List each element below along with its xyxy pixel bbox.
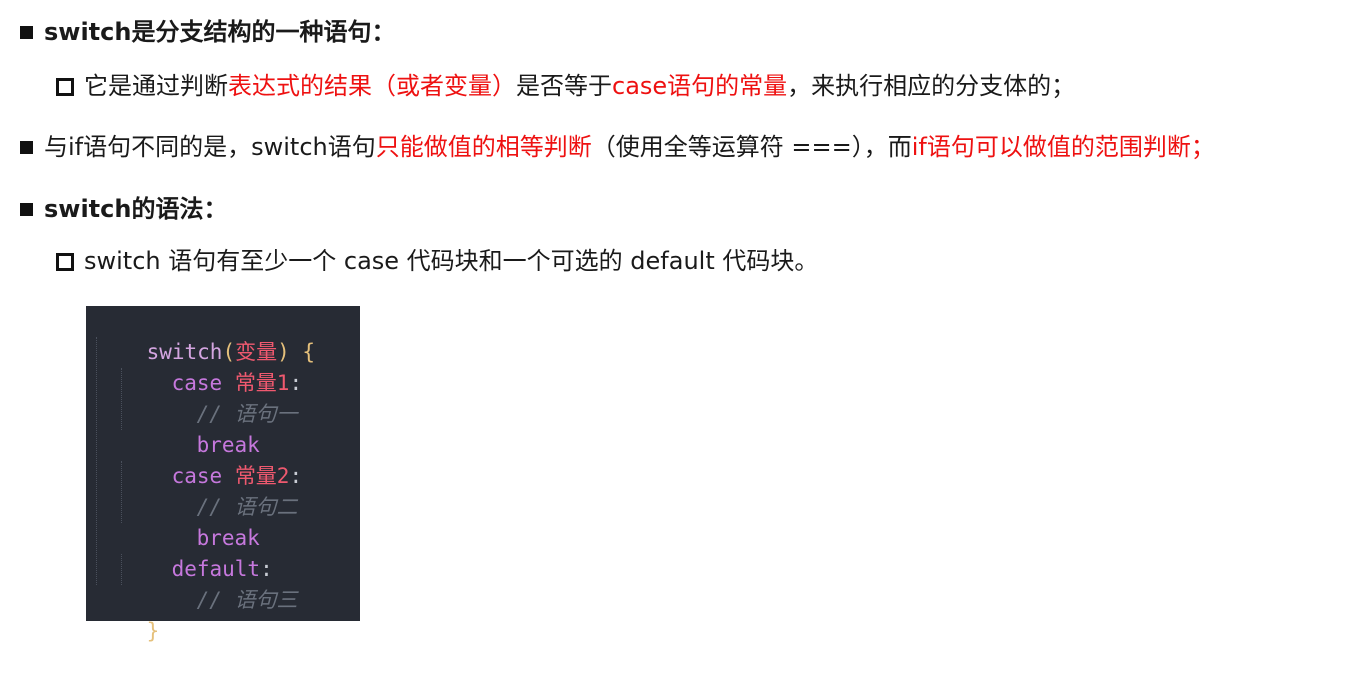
- filled-square-bullet-icon: [20, 141, 33, 154]
- filled-square-bullet-icon: [20, 26, 33, 39]
- bullet-text: switch 语句有至少一个 case 代码块和一个可选的 default 代码…: [84, 247, 819, 275]
- code-line: }: [146, 619, 160, 643]
- code-line: // 语句二: [196, 495, 298, 519]
- code-line: break: [196, 526, 260, 550]
- bullet-text: switch的语法：: [44, 195, 228, 223]
- code-line: default:: [171, 557, 273, 581]
- bullet-text: 它是通过判断表达式的结果（或者变量）是否等于case语句的常量，来执行相应的分支…: [84, 72, 1076, 100]
- code-line: switch(变量) {: [146, 340, 316, 364]
- hollow-square-bullet-icon: [56, 253, 74, 271]
- code-line: // 语句三: [196, 588, 298, 612]
- code-line: // 语句一: [196, 402, 298, 426]
- bullet-text: switch是分支结构的一种语句：: [44, 18, 396, 46]
- bullet-text: 与if语句不同的是，switch语句只能做值的相等判断（使用全等运算符 ===）…: [44, 133, 1215, 161]
- code-block: switch(变量) { case 常量1: // 语句一 break case…: [86, 306, 360, 643]
- code-line: break: [196, 433, 260, 457]
- code-line: case 常量1:: [171, 371, 303, 395]
- code-line: case 常量2:: [171, 464, 303, 488]
- filled-square-bullet-icon: [20, 203, 33, 216]
- hollow-square-bullet-icon: [56, 78, 74, 96]
